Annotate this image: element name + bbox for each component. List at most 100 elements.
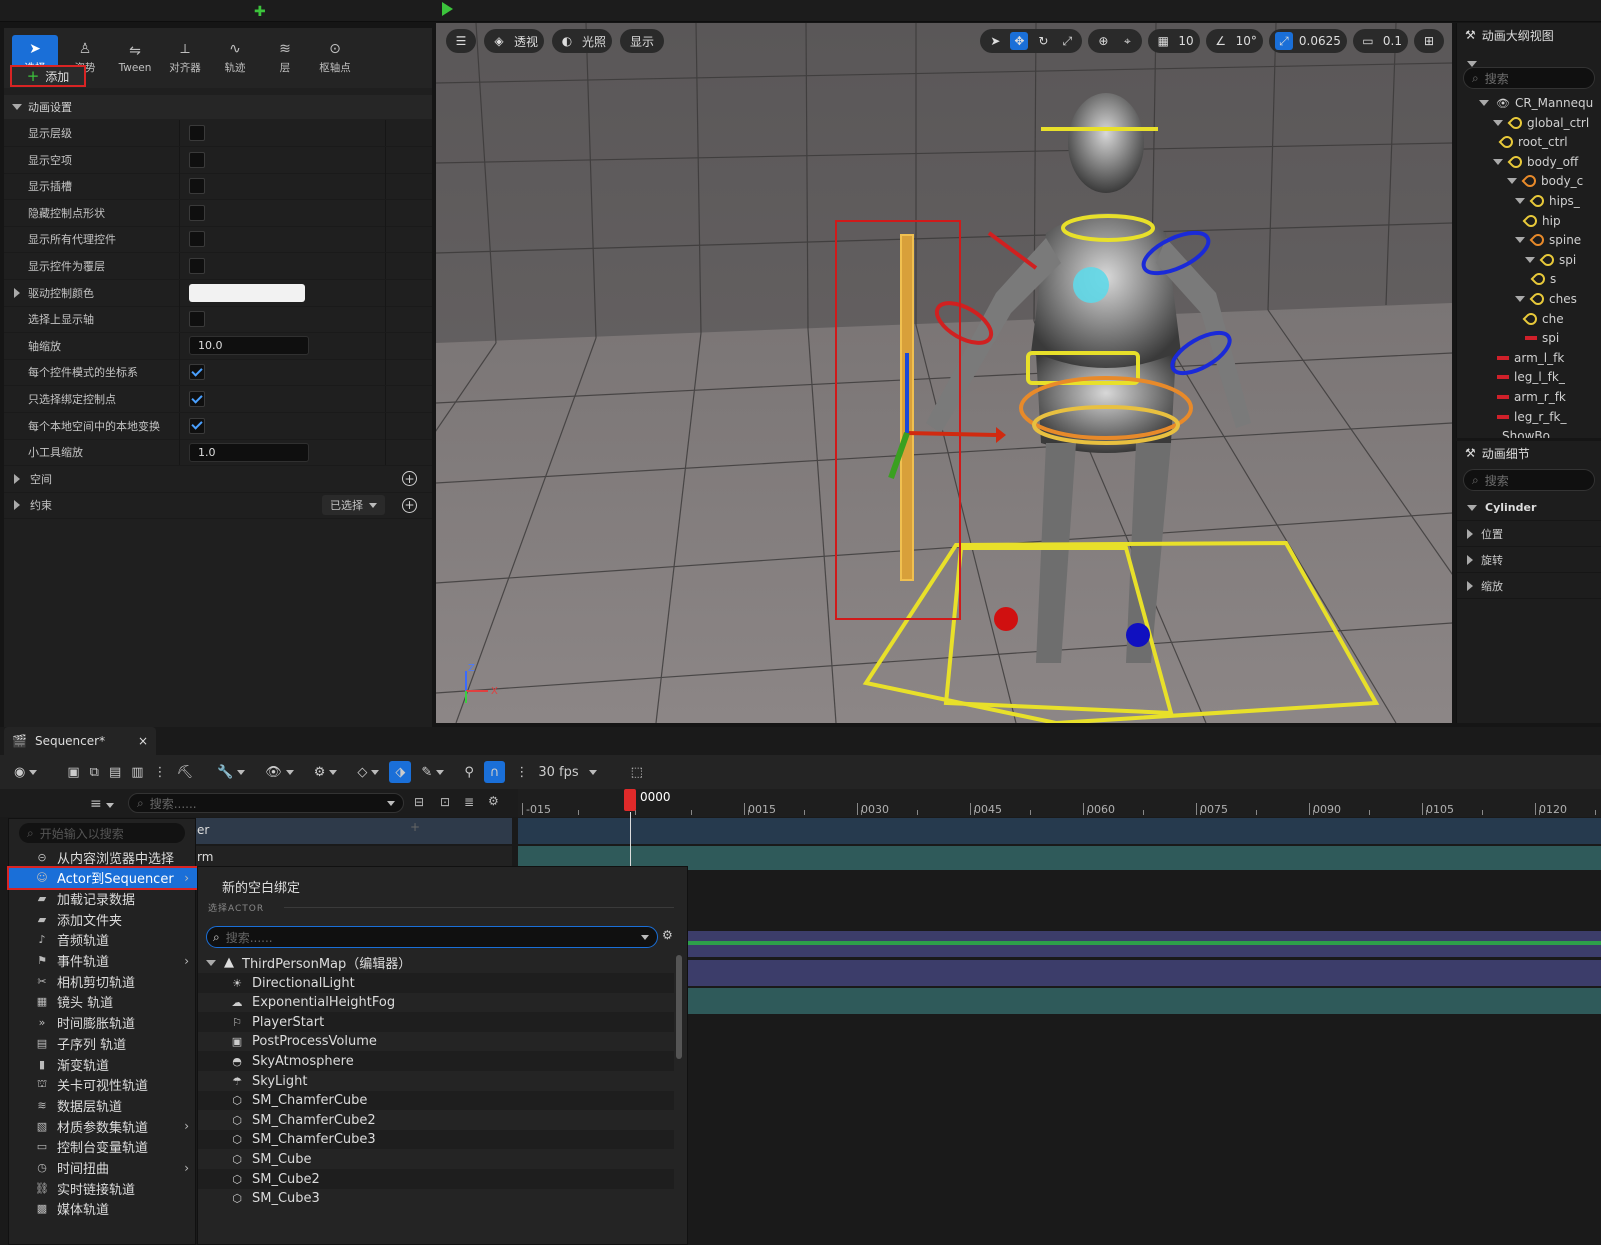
- constraint-dropdown[interactable]: 已选择: [322, 495, 385, 516]
- checkbox[interactable]: [189, 231, 205, 248]
- track-lane[interactable]: [688, 960, 1601, 986]
- filter-icon[interactable]: ≡: [90, 796, 114, 812]
- actor-row[interactable]: ⬡ SM_ChamferCube2: [198, 1110, 674, 1131]
- details-search[interactable]: ⌕ 搜索: [1463, 469, 1595, 491]
- menu-item-console[interactable]: ▭ 控制台变量轨道: [9, 1137, 197, 1157]
- outliner-item[interactable]: s: [1530, 269, 1556, 289]
- more-icon[interactable]: ⋮: [154, 761, 167, 783]
- snap-magnet-icon[interactable]: ∩: [483, 761, 506, 783]
- details-transform-row[interactable]: 缩放: [1457, 573, 1601, 599]
- checkbox[interactable]: [189, 178, 205, 195]
- outliner-item[interactable]: ShowBo: [1497, 426, 1550, 438]
- auto-key-icon[interactable]: ⬗: [389, 761, 412, 783]
- details-transform-row[interactable]: 旋转: [1457, 547, 1601, 573]
- add-key-icon[interactable]: +: [410, 820, 420, 834]
- actions-icon[interactable]: ⛏: [177, 761, 194, 783]
- expand-icon[interactable]: [1479, 100, 1489, 106]
- outliner-item[interactable]: leg_r_fk_: [1497, 407, 1566, 427]
- outliner-item[interactable]: che: [1522, 309, 1564, 329]
- checkbox[interactable]: [189, 258, 205, 274]
- translate-icon[interactable]: ✥: [1010, 32, 1029, 50]
- menu-item-folder[interactable]: ▰ 添加文件夹: [9, 909, 197, 929]
- map-root-row[interactable]: ▲ ThirdPersonMap（编辑器）: [206, 953, 411, 972]
- actor-row[interactable]: ☂ SkyLight: [198, 1071, 674, 1091]
- outliner-item[interactable]: spine: [1515, 230, 1581, 250]
- expand-icon[interactable]: [1493, 119, 1503, 126]
- actor-scrollbar[interactable]: [676, 955, 682, 1059]
- playhead[interactable]: [624, 789, 636, 811]
- surface-snap-icon[interactable]: ⌖: [1118, 32, 1136, 50]
- menu-item-time-warp[interactable]: ◷ 时间扭曲 ›: [9, 1158, 197, 1178]
- checkbox[interactable]: [189, 364, 205, 381]
- menu-item-material[interactable]: ▧ 材质参数集轨道 ›: [9, 1116, 197, 1136]
- actor-row[interactable]: ⬡ SM_Cube: [198, 1149, 674, 1170]
- actor-row[interactable]: ☁ ExponentialHeightFog: [198, 992, 674, 1013]
- menu-item-event[interactable]: ⚑ 事件轨道 ›: [9, 951, 197, 971]
- outliner-search[interactable]: ⌕ 搜索: [1463, 67, 1595, 89]
- actor-settings-icon[interactable]: ⚙: [662, 928, 673, 942]
- track-lane[interactable]: [518, 818, 1601, 844]
- edit-pen-icon[interactable]: ✎: [421, 761, 445, 783]
- actor-row[interactable]: ⬡ SM_Cube2: [198, 1169, 674, 1189]
- scale-snap[interactable]: ⤢ 0.0625: [1268, 29, 1347, 53]
- outliner-item[interactable]: arm_r_fk: [1497, 387, 1566, 407]
- marker-icon[interactable]: ⚲: [464, 761, 474, 783]
- angle-snap[interactable]: ∠ 10°: [1205, 29, 1263, 53]
- actor-row[interactable]: ⬡ SM_Cube3: [198, 1188, 674, 1209]
- tools-icon[interactable]: 🔧: [217, 761, 246, 783]
- sequencer-search[interactable]: ⌕ 搜索......: [128, 793, 404, 813]
- actor-row[interactable]: ◓ SkyAtmosphere: [198, 1051, 674, 1072]
- expand-icon[interactable]: [1507, 178, 1517, 185]
- actor-row[interactable]: ⚐ PlayerStart: [198, 1012, 674, 1033]
- mode-tab-tween[interactable]: ⇋ Tween: [112, 35, 158, 81]
- menu-item-fade[interactable]: ▮ 渐变轨道: [9, 1054, 197, 1074]
- menu-item-level-visibility[interactable]: ⛫ 关卡可视性轨道: [9, 1075, 197, 1095]
- menu-item-live-link[interactable]: ⛓ 实时链接轨道: [9, 1178, 197, 1198]
- menu-item-content-browser[interactable]: ⊝ 从内容浏览器中选择: [9, 847, 197, 867]
- clapboard-icon[interactable]: ▥: [131, 761, 143, 783]
- view-eye-icon[interactable]: 👁: [265, 761, 294, 783]
- outliner-item[interactable]: ches: [1515, 289, 1577, 309]
- menu-item-subsequence[interactable]: ▤ 子序列 轨道: [9, 1033, 197, 1053]
- outliner-item[interactable]: hips_: [1515, 191, 1580, 211]
- menu-item-audio[interactable]: ♪ 音频轨道: [9, 930, 197, 950]
- cylinder-section[interactable]: Cylinder: [1457, 495, 1601, 521]
- menu-item-actor[interactable]: ☺ Actor到Sequencer ›: [7, 865, 199, 890]
- expand-icon[interactable]: ⊟: [414, 795, 424, 809]
- outliner-track-row[interactable]: [196, 846, 512, 866]
- outliner-item[interactable]: body_c: [1507, 171, 1583, 191]
- menu-item-media[interactable]: ▩ 媒体轨道: [9, 1199, 197, 1219]
- world-space-icon[interactable]: ⊕: [1094, 32, 1112, 50]
- menu-search[interactable]: ⌕ 开始输入以搜索: [19, 823, 185, 843]
- expand-icon[interactable]: [1515, 296, 1525, 302]
- world-icon[interactable]: ◉: [14, 761, 38, 783]
- expand-icon[interactable]: [1493, 158, 1503, 165]
- actor-row[interactable]: ☀ DirectionalLight: [198, 973, 674, 993]
- new-empty-binding[interactable]: 新的空白绑定: [222, 877, 300, 896]
- key-icon[interactable]: ◇: [357, 761, 380, 783]
- checkbox[interactable]: [189, 311, 205, 328]
- outliner-item[interactable]: spi: [1525, 250, 1576, 270]
- outliner-item[interactable]: root_ctrl: [1498, 132, 1568, 152]
- play-icon[interactable]: [442, 2, 453, 16]
- menu-item-time-dilation[interactable]: » 时间膨胀轨道: [9, 1013, 197, 1033]
- color-swatch[interactable]: [189, 283, 305, 302]
- add-circle-icon[interactable]: +: [402, 471, 417, 487]
- select-cursor-icon[interactable]: ➤: [986, 32, 1004, 50]
- menu-item-folder[interactable]: ▰ 加载记录数据: [9, 888, 197, 908]
- find-asset-icon[interactable]: ⧉: [90, 761, 99, 783]
- menu-item-camera-cut[interactable]: ✂ 相机剪切轨道: [9, 971, 197, 991]
- list-icon[interactable]: ≣: [464, 795, 474, 809]
- fps-dropdown[interactable]: 30 fps: [538, 761, 597, 783]
- viewport-menu-button[interactable]: ☰: [446, 29, 476, 53]
- expand-icon[interactable]: [14, 287, 20, 298]
- show-button[interactable]: 显示: [620, 29, 665, 53]
- menu-item-data-layer[interactable]: ≋ 数据层轨道: [9, 1095, 197, 1115]
- outliner-dropdown-icon[interactable]: [1467, 56, 1477, 70]
- number-field[interactable]: 10.0: [189, 336, 309, 356]
- timeline-ruler[interactable]: -015 0015 0030 0045 0060 0075 0090 0105 0120: [518, 789, 1601, 817]
- camera-speed[interactable]: ▭ 0.1: [1352, 29, 1408, 53]
- space-section[interactable]: 空间 +: [4, 466, 432, 493]
- snap-options-icon[interactable]: ⋮: [515, 761, 528, 783]
- collapse-icon[interactable]: ⊡: [440, 795, 450, 809]
